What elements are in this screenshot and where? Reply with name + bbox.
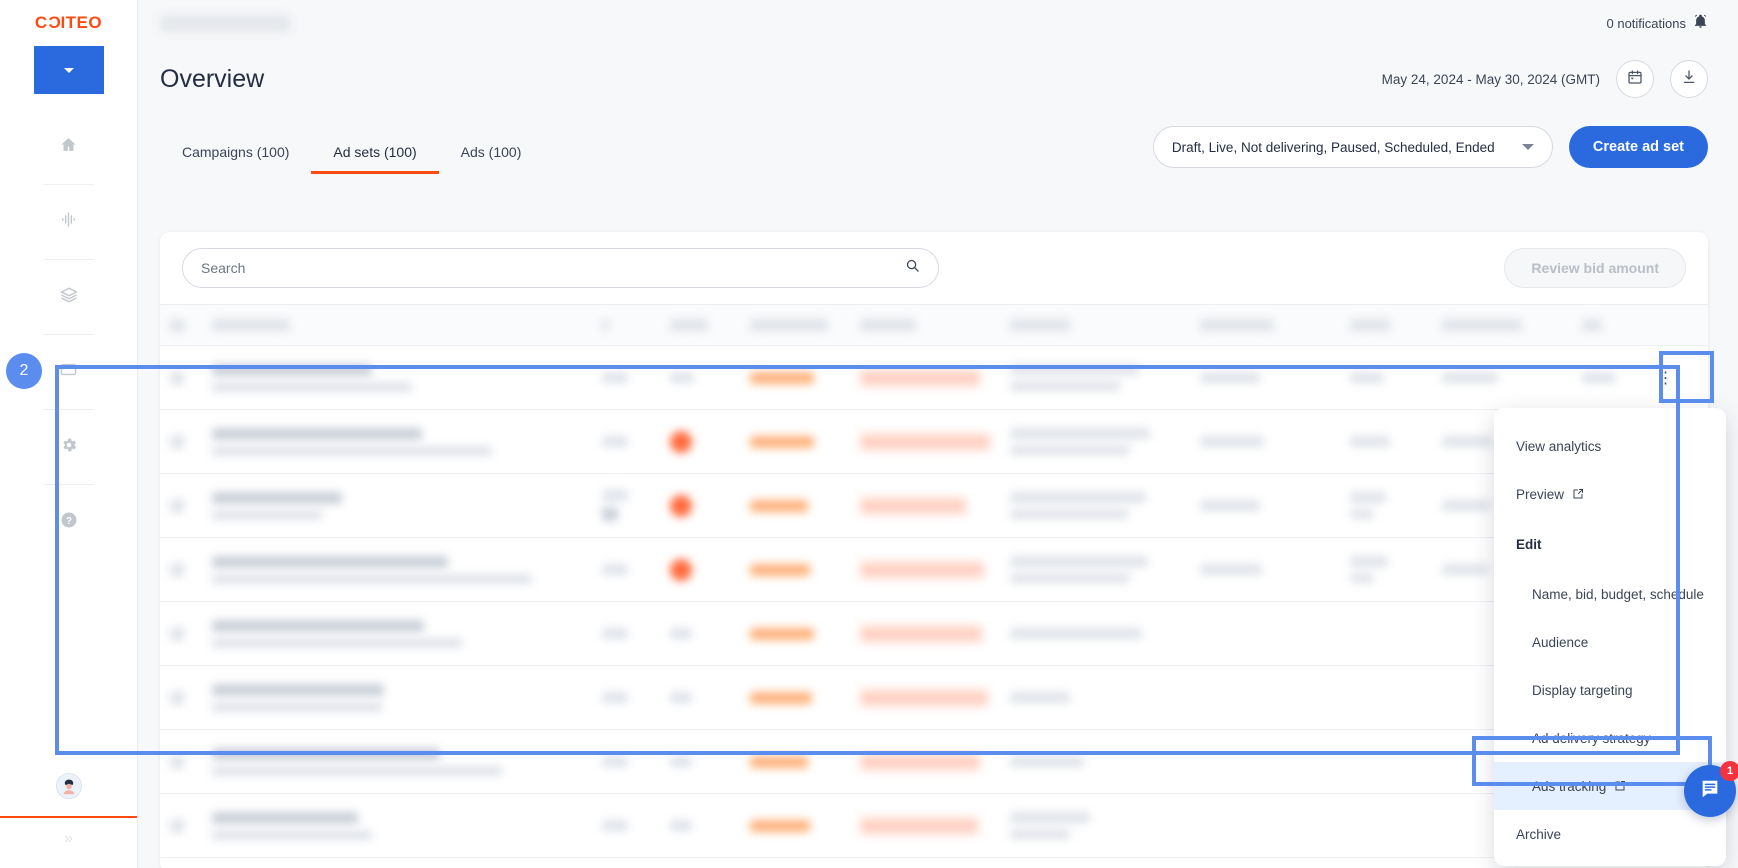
download-icon [1681, 69, 1697, 90]
menu-item-name-bid-budget-schedule[interactable]: Name, bid, budget, schedule [1494, 570, 1726, 618]
chat-message-icon [1699, 778, 1721, 805]
avatar [56, 773, 82, 799]
menu-item-ad-delivery-strategy[interactable]: Ad delivery strategy [1494, 714, 1726, 762]
chat-unread-badge: 1 [1720, 761, 1738, 781]
gear-icon [60, 436, 78, 459]
table-row[interactable]: ⋮ [160, 410, 1708, 474]
menu-item-label: Audience [1532, 635, 1588, 650]
sidebar-item-layers[interactable] [0, 260, 137, 334]
chevron-down-icon [1522, 144, 1534, 150]
chat-widget-button[interactable]: 1 [1684, 765, 1736, 817]
sidebar-item-analytics[interactable] [0, 185, 137, 259]
chevron-double-right-icon: » [64, 830, 73, 848]
account-name-redacted [160, 15, 290, 32]
notifications-label: 0 notifications [1607, 16, 1687, 31]
ad-sets-table: ⋮ ⋮ [160, 304, 1708, 858]
table-row[interactable]: ⋮ [160, 538, 1708, 602]
menu-item-label: Preview [1516, 487, 1564, 502]
menu-item-label: View analytics [1516, 439, 1601, 454]
create-ad-set-button[interactable]: Create ad set [1569, 126, 1708, 168]
menu-item-label: Name, bid, budget, schedule [1532, 587, 1704, 602]
row-kebab-button[interactable]: ⋮ [1634, 368, 1698, 388]
user-account-button[interactable] [0, 756, 137, 818]
analytics-icon [59, 211, 78, 233]
review-bid-amount-button[interactable]: Review bid amount [1504, 248, 1686, 288]
bell-icon [1693, 14, 1708, 32]
sidebar-item-settings[interactable] [0, 410, 137, 484]
notifications-button[interactable]: 0 notifications [1607, 14, 1709, 32]
calendar-icon [1627, 69, 1643, 90]
search-icon[interactable] [905, 258, 920, 278]
svg-text:?: ? [66, 515, 72, 526]
layers-icon [60, 286, 78, 309]
menu-item-label: Display targeting [1532, 683, 1633, 698]
tab-campaigns[interactable]: Campaigns (100) [160, 145, 311, 174]
status-filter-select[interactable]: Draft, Live, Not delivering, Paused, Sch… [1153, 126, 1553, 168]
tab-ads[interactable]: Ads (100) [439, 145, 544, 174]
status-filter-value: Draft, Live, Not delivering, Paused, Sch… [1172, 140, 1495, 155]
menu-item-archive[interactable]: Archive [1494, 810, 1726, 858]
collapse-rail-button[interactable]: » [0, 818, 137, 860]
external-link-icon [1572, 488, 1584, 500]
menu-group-label: Edit [1516, 537, 1542, 552]
menu-item-label: Archive [1516, 827, 1561, 842]
external-link-icon [1614, 780, 1626, 792]
table-row[interactable]: ⋮ [160, 794, 1708, 858]
download-button[interactable] [1670, 60, 1708, 98]
search-input[interactable] [201, 260, 834, 276]
credit-card-icon [59, 361, 78, 383]
menu-item-preview[interactable]: Preview [1494, 470, 1726, 518]
menu-group-header-edit: Edit [1494, 518, 1726, 570]
search-box[interactable] [182, 248, 939, 288]
left-nav-rail: CCITEO [0, 0, 138, 868]
sidebar-item-home[interactable] [0, 110, 137, 184]
tabs-row: Campaigns (100) Ad sets (100) Ads (100) … [138, 112, 1738, 174]
date-range-label: May 24, 2024 - May 30, 2024 (GMT) [1382, 72, 1600, 87]
table-row[interactable]: ⋮ [160, 666, 1708, 730]
annotation-step-badge: 2 [6, 353, 42, 389]
rail-item-list: ? [0, 110, 137, 756]
page-header: Overview May 24, 2024 - May 30, 2024 (GM… [138, 46, 1738, 112]
app-root: CCITEO [0, 0, 1738, 868]
menu-item-label: Ads tracking [1532, 779, 1606, 794]
home-icon [60, 136, 77, 158]
date-picker-button[interactable] [1616, 60, 1654, 98]
page-title: Overview [160, 65, 264, 94]
menu-item-display-targeting[interactable]: Display targeting [1494, 666, 1726, 714]
top-bar: 0 notifications [138, 0, 1738, 46]
ad-sets-card: Review bid amount [160, 232, 1708, 868]
menu-item-audience[interactable]: Audience [1494, 618, 1726, 666]
tab-ad-sets[interactable]: Ad sets (100) [311, 145, 438, 174]
rail-bottom: » [0, 756, 137, 868]
page-header-actions: May 24, 2024 - May 30, 2024 (GMT) [1382, 60, 1708, 98]
menu-item-view-analytics[interactable]: View analytics [1494, 422, 1726, 470]
table-row[interactable]: ⋮ [160, 346, 1708, 410]
chevron-down-icon [64, 68, 74, 73]
help-circle-icon: ? [60, 511, 78, 534]
menu-item-label: Ad delivery strategy [1532, 731, 1651, 746]
sidebar-item-help[interactable]: ? [0, 485, 137, 559]
card-toolbar: Review bid amount [160, 232, 1708, 304]
tabs-row-actions: Draft, Live, Not delivering, Paused, Sch… [1153, 126, 1708, 174]
criteo-logo[interactable]: CCITEO [0, 0, 137, 46]
tab-list: Campaigns (100) Ad sets (100) Ads (100) [160, 112, 543, 174]
table-row[interactable]: ⋮ [160, 602, 1708, 666]
table-row[interactable]: ⋮ [160, 474, 1708, 538]
account-switcher-button[interactable] [34, 46, 104, 94]
table-header-row [160, 304, 1708, 346]
table-row[interactable]: ⋮ [160, 730, 1708, 794]
